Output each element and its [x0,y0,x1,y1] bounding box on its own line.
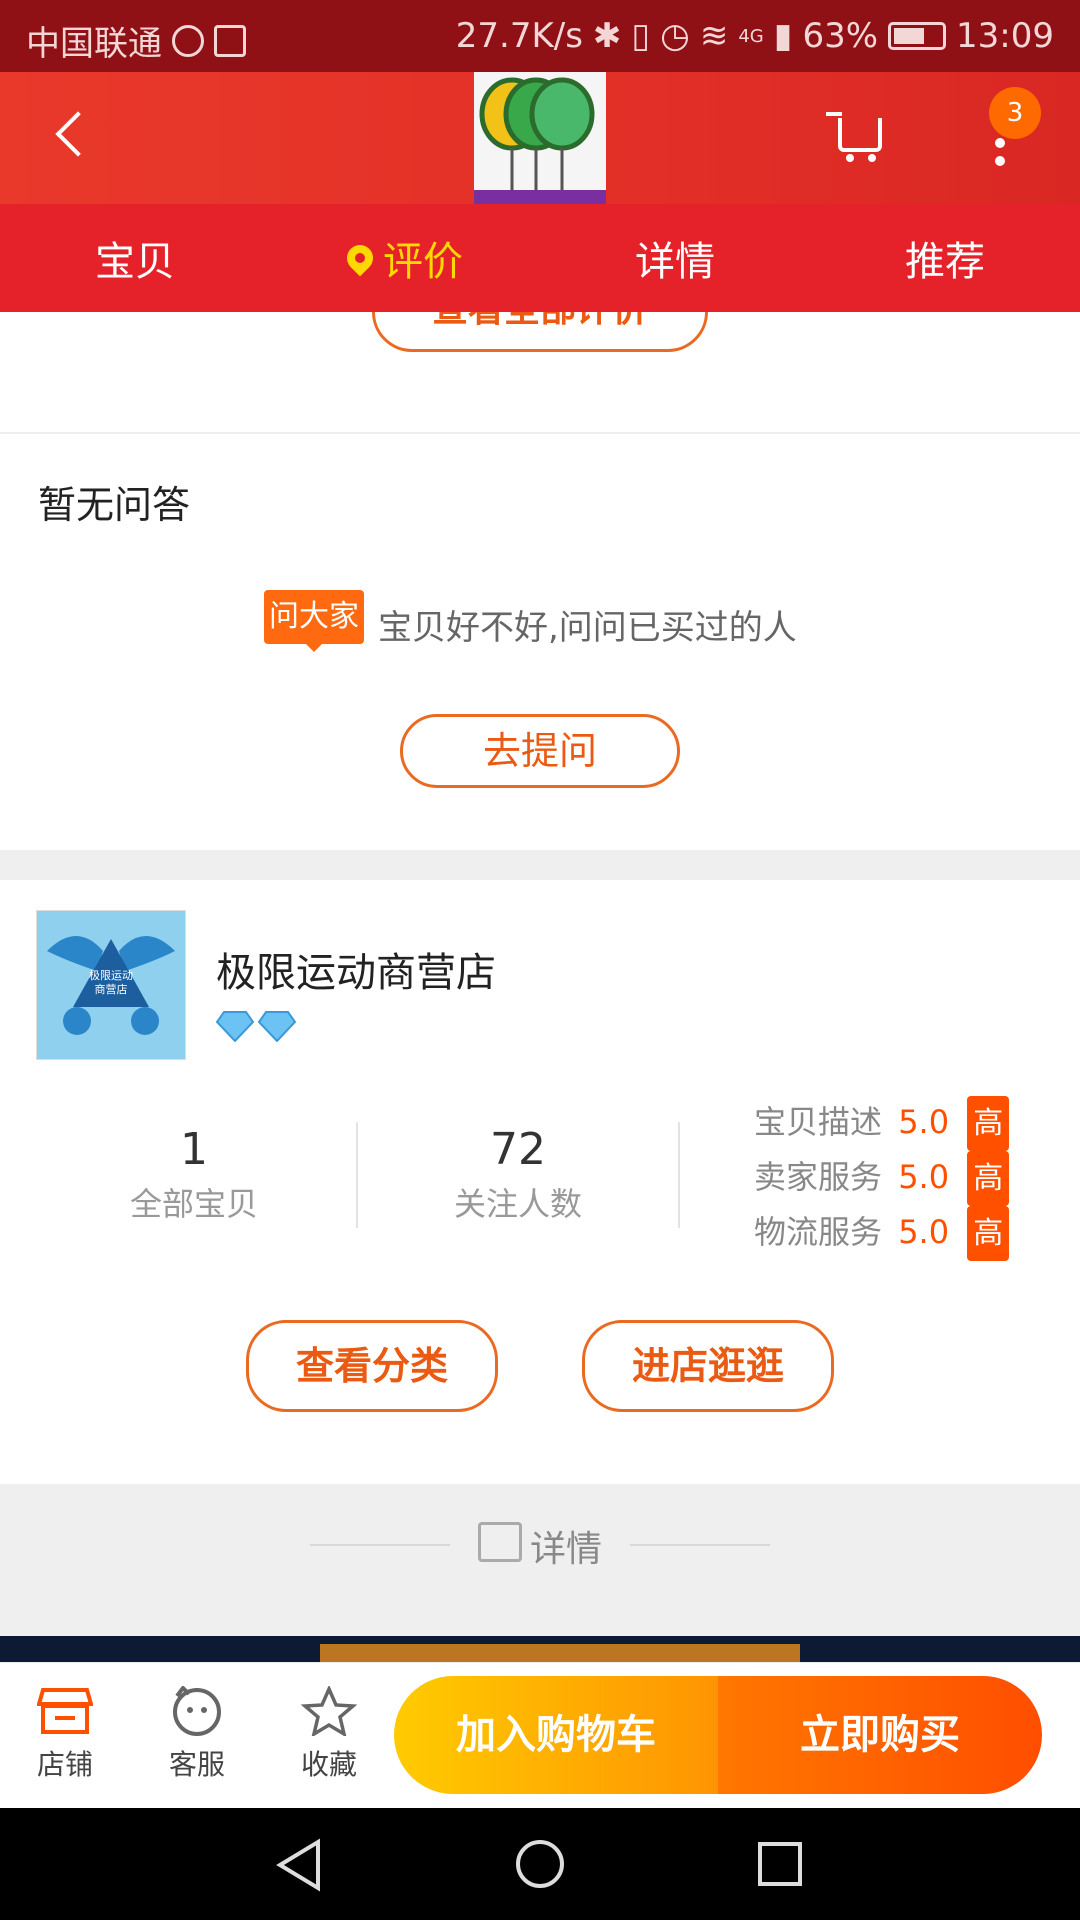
tab-recommend[interactable]: 推荐 [810,204,1080,312]
section-divider [0,850,1080,880]
divider [0,432,1080,434]
divider-line [630,1544,770,1546]
rating-level-tag: 高 [967,1151,1010,1206]
qa-empty-title: 暂无问答 [38,483,191,527]
stat-value: 72 [490,1124,546,1175]
stat-all-items[interactable]: 1 全部宝贝 [96,1124,292,1225]
rating-row: 卖家服务 5.0 高 [754,1151,1010,1206]
cart-handle [826,112,842,116]
enter-shop-button[interactable]: 进店逛逛 [582,1320,834,1412]
tag-pointer [304,642,324,652]
product-thumbnail [474,72,606,204]
shop-name[interactable]: 极限运动商营店 [216,940,496,998]
service-tab-label: 客服 [168,1748,225,1781]
location-pin-icon [341,239,379,277]
stat-divider [356,1122,358,1228]
activity-icon [214,24,246,57]
star-icon [300,1684,358,1738]
battery-percent: 63% [802,16,879,56]
cart-wheel [868,154,876,162]
rating-row: 物流服务 5.0 高 [754,1206,1010,1261]
carrier-label: 中国联通 [26,24,162,64]
tab-item[interactable]: 宝贝 [0,204,270,312]
signal-icon: ▮ [773,16,793,56]
tab-label: 宝贝 [95,239,175,285]
banner-text-strip [320,1644,800,1662]
clock: 13:09 [956,16,1054,56]
shop-tab-label: 店铺 [36,1748,93,1781]
chat-face-icon [173,1684,221,1736]
tab-details[interactable]: 详情 [540,204,810,312]
rating-score: 5.0 [898,1213,950,1251]
svg-text:商营店: 商营店 [95,982,128,996]
rating-row: 宝贝描述 5.0 高 [754,1096,1010,1151]
battery-icon [888,22,947,50]
shop-ratings: 宝贝描述 5.0 高 卖家服务 5.0 高 物流服务 5.0 高 [754,1096,1010,1261]
status-bar: 中国联通 27.7K/s ✱ ▯ ◷ ≋ 4G ▮ 63% 13:09 [0,0,1080,72]
stat-value: 1 [180,1124,208,1175]
rating-label: 宝贝描述 [754,1103,883,1141]
customer-service-tab[interactable]: 客服 [152,1684,242,1783]
rating-score: 5.0 [898,1158,950,1196]
stat-label: 关注人数 [453,1185,582,1223]
divider-line [310,1544,450,1546]
rating-level-tag: 高 [967,1206,1010,1261]
details-banner [0,1636,1080,1662]
cart-count-badge: 3 [989,87,1041,139]
reviews-footer: 查看全部评价 [0,312,1080,432]
tab-label: 评价 [383,239,463,285]
section-tabs: 宝贝 评价 详情 推荐 [0,204,1080,312]
signal-type: 4G [738,25,764,47]
details-divider-label: 详情 [530,1529,603,1570]
bluetooth-icon: ✱ [592,16,622,56]
stat-followers: 72 关注人数 [420,1124,616,1225]
favorite-tab-label: 收藏 [300,1748,357,1781]
vibrate-icon: ▯ [631,16,651,56]
shop-logo[interactable]: 极限运动 商营店 [36,910,186,1060]
cart-wheel [846,154,854,162]
favorite-tab[interactable]: 收藏 [284,1684,374,1783]
shop-tab[interactable]: 店铺 [20,1686,110,1783]
rating-label: 物流服务 [754,1213,883,1251]
stat-divider [678,1122,680,1228]
alarm-icon: ◷ [660,16,690,56]
diamond-icon [258,1011,296,1042]
rating-score: 5.0 [898,1103,950,1141]
network-speed: 27.7K/s [455,16,583,56]
tab-reviews[interactable]: 评价 [270,204,540,312]
diamond-icon [216,1011,254,1042]
ask-question-button[interactable]: 去提问 [400,714,680,788]
shop-level-badges [216,1010,296,1042]
ask-prompt: 宝贝好不好,问问已买过的人 [378,608,797,648]
image-icon [478,1522,522,1562]
stat-label: 全部宝贝 [129,1185,258,1223]
tab-label: 详情 [635,239,715,285]
buy-now-button[interactable]: 立即购买 [718,1676,1042,1794]
ask-everyone-tag: 问大家 [264,590,364,644]
view-categories-button[interactable]: 查看分类 [246,1320,498,1412]
rating-label: 卖家服务 [754,1158,883,1196]
svg-text:极限运动: 极限运动 [89,968,133,982]
rating-level-tag: 高 [967,1096,1010,1151]
nav-home-icon[interactable] [514,1838,566,1890]
store-icon [36,1688,94,1734]
nav-back-icon[interactable] [274,1838,324,1892]
weibo-icon [172,24,204,57]
nav-recents-icon[interactable] [756,1840,804,1888]
view-all-reviews-button[interactable]: 查看全部评价 [372,312,708,352]
add-to-cart-button[interactable]: 加入购物车 [394,1676,718,1794]
tab-label: 推荐 [905,239,985,285]
wifi-icon: ≋ [699,16,729,56]
cart-icon[interactable] [838,118,882,152]
